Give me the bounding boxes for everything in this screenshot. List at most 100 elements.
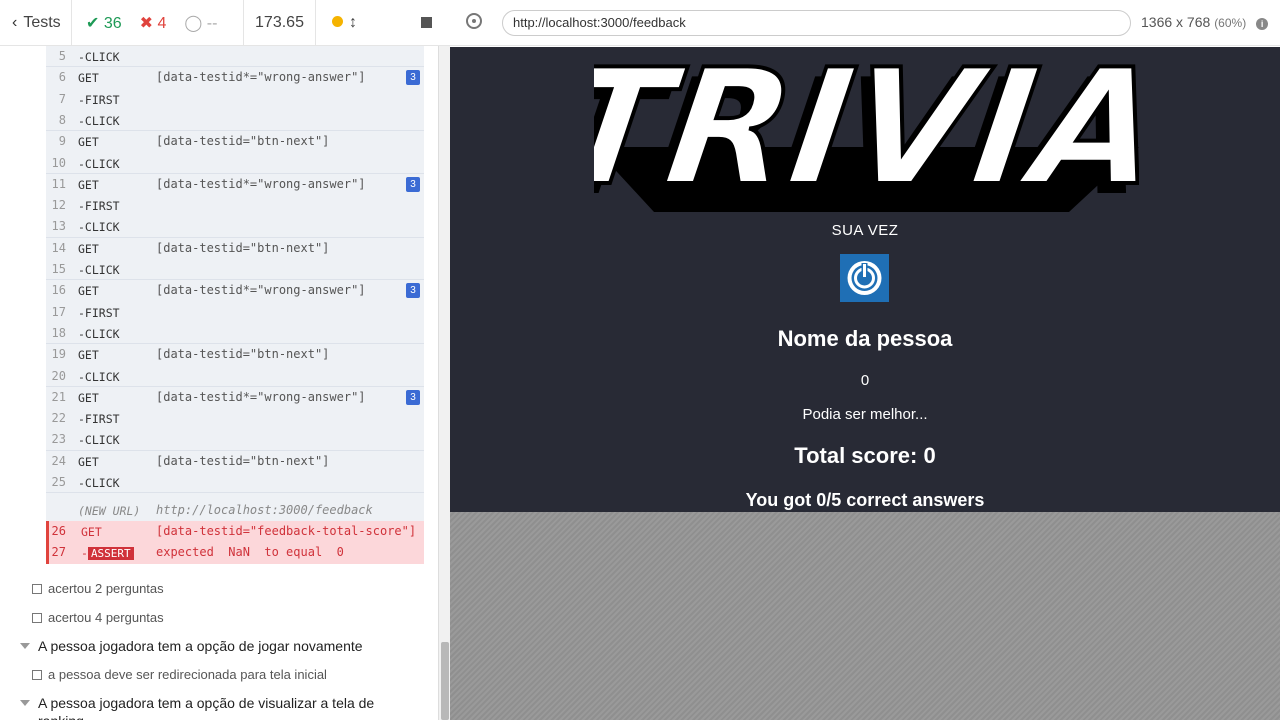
turn-label: SUA VEZ [831,222,899,239]
command-row[interactable]: 15 -CLICK [46,259,424,280]
reporter-header: ‹ Tests ✔ 36 ✖ 4 ◯ -- 173.65 ↕ [0,0,450,46]
command-number: 24 [51,453,66,468]
command-number: 22 [51,411,66,426]
check-icon: ✔ [86,14,100,32]
cross-icon: ✖ [139,14,154,32]
command-number: 16 [51,283,66,298]
command-row[interactable]: 23 -CLICK [46,429,424,450]
command-row[interactable]: 14 GET [data-testid="btn-next"] [46,238,424,259]
command-row[interactable]: 9 GET [data-testid="btn-next"] [46,131,424,152]
assert-tag: ASSERT [87,547,134,560]
command-row[interactable]: 22 -FIRST [46,408,424,429]
autoscroll-toggle[interactable]: ↕ [332,14,357,32]
suite-item[interactable]: A pessoa jogadora tem a opção de visuali… [20,695,374,711]
element-count-badge: 3 [406,70,420,86]
command-name: -FIRST [78,92,120,107]
element-count-badge: 3 [406,176,420,192]
command-number: 13 [51,219,66,234]
command-row[interactable]: 7 -FIRST [46,89,424,110]
suite-item[interactable]: A pessoa jogadora tem a opção de jogar n… [20,638,363,654]
command-name: -CLICK [78,476,120,490]
command-row[interactable]: 6 GET [data-testid*="wrong-answer"] 3 [46,67,424,88]
command-list: (NEW URL) http://localhost:3000/feedback… [46,46,424,564]
test-item[interactable]: acertou 2 perguntas [32,581,164,596]
command-group-separator [46,343,424,345]
checkbox-icon [32,583,42,594]
command-selector: [data-testid="btn-next"] [156,453,330,468]
command-group-separator [46,172,424,174]
command-group-separator [46,279,424,281]
command-name: -CLICK [78,433,120,448]
command-row[interactable]: 19 GET [data-testid="btn-next"] [46,344,424,365]
test-stats: ✔ 36 ✖ 4 ◯ -- [72,0,244,45]
duration: 173.65 [244,0,316,45]
command-number: 6 [58,70,66,85]
viewport-size: 1366 x 768 [1141,14,1211,30]
passed-value: 36 [103,14,122,32]
command-row[interactable]: 25 -CLICK [46,472,424,493]
power-icon [847,261,882,295]
log-scrollbar[interactable] [438,46,450,720]
back-to-tests-button[interactable]: ‹ Tests [0,0,72,45]
feedback-total-score: Total score: 0 [794,443,936,468]
command-selector: [data-testid*="wrong-answer"] [156,176,366,191]
command-row[interactable]: 8 -CLICK [46,110,424,131]
command-row[interactable]: 18 -CLICK [46,323,424,344]
passed-count: ✔ 36 [86,13,122,33]
command-selector: [data-testid="feedback-total-score"] [156,524,417,538]
command-name: GET [78,454,99,469]
pending-value: -- [206,14,218,32]
new-url-row[interactable]: (NEW URL) http://localhost:3000/feedback [46,500,424,521]
pending-count: ◯ -- [184,13,217,33]
command-selector: [data-testid="btn-next"] [156,240,330,255]
command-name: -CLICK [78,156,120,171]
command-row[interactable]: 11 GET [data-testid*="wrong-answer"] 3 [46,174,424,195]
command-row[interactable]: 10 -CLICK [46,153,424,174]
command-row[interactable]: 16 GET [data-testid*="wrong-answer"] 3 [46,280,424,301]
failed-command-group[interactable]: 26 GET [data-testid="feedback-total-scor… [46,521,424,564]
checkbox-icon [32,612,42,623]
command-row[interactable]: 5 -CLICK [46,46,424,67]
command-row[interactable]: 20 -CLICK [46,366,424,387]
command-row[interactable]: 17 -FIRST [46,302,424,323]
command-group-separator [46,449,424,451]
command-log: (NEW URL) http://localhost:3000/feedback… [0,46,450,720]
command-group-separator [46,236,424,238]
failed-assert-row[interactable]: 27 - ASSERT expected NaN to equal 0 [49,542,427,563]
element-count-badge: 3 [406,389,420,405]
info-icon: i [1256,18,1269,30]
command-name: -FIRST [78,412,120,427]
selector-playground-icon[interactable] [466,13,482,29]
test-item[interactable]: acertou 4 perguntas [32,610,164,625]
collapse-caret-icon [20,700,30,706]
viewport-info[interactable]: 1366 x 768 (60%) i [1141,14,1269,30]
element-count-badge: 3 [406,283,420,299]
command-name: -FIRST [78,305,120,320]
command-selector: [data-testid="btn-next"] [156,347,330,362]
url-field[interactable]: http://localhost:3000/feedback [502,10,1131,36]
test-item[interactable]: a pessoa deve ser redirecionada para tel… [32,667,327,682]
failed-get-row[interactable]: 26 GET [data-testid="feedback-total-scor… [49,521,427,542]
command-selector: [data-testid*="wrong-answer"] [156,70,366,85]
command-name: GET [78,71,99,86]
command-name: GET [78,241,99,256]
feedback-total-question: You got 0/5 correct answers [745,490,985,510]
command-selector: [data-testid="btn-next"] [156,134,330,149]
suite-title-continued: ranking [38,713,84,720]
running-dot-icon [332,15,343,27]
command-row[interactable]: 13 -CLICK [46,216,424,237]
command-row[interactable]: 21 GET [data-testid*="wrong-answer"] 3 [46,387,424,408]
failed-count: ✖ 4 [140,13,167,33]
command-group-separator [46,492,424,494]
command-row[interactable]: 12 -FIRST [46,195,424,216]
failed-value: 4 [157,14,167,32]
command-name: -CLICK [78,326,120,341]
stop-button[interactable] [421,17,432,28]
scrollbar-thumb[interactable] [441,642,449,720]
trivia-logo: TRIVIA TRIVIA [594,47,1139,212]
command-number: 23 [51,432,66,447]
player-avatar [840,254,889,302]
command-name: -CLICK [78,263,120,277]
command-row[interactable]: 24 GET [data-testid="btn-next"] [46,451,424,472]
command-number: 15 [51,262,66,276]
